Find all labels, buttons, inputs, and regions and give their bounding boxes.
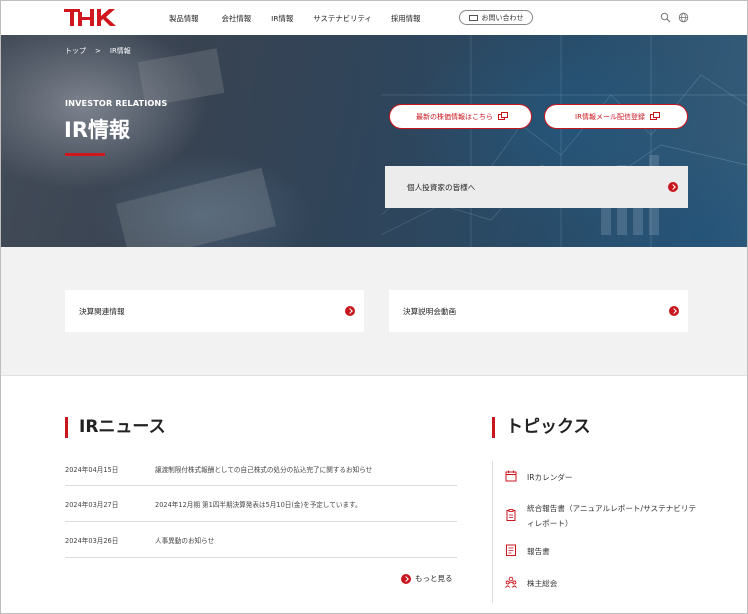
- individual-investors-label: 個人投資家の皆様へ: [407, 182, 476, 192]
- topic-label: 株主総会: [527, 579, 558, 588]
- news-item[interactable]: 2024年03月26日 人事異動のお知らせ: [65, 522, 457, 558]
- nav-recruit[interactable]: 採用情報: [391, 13, 421, 24]
- calendar-icon: [505, 470, 517, 482]
- hero-eyebrow: INVESTOR RELATIONS: [65, 98, 168, 108]
- breadcrumb-top[interactable]: トップ: [65, 46, 86, 56]
- external-link-icon: [498, 111, 508, 120]
- topic-shareholders-meeting[interactable]: 株主総会: [505, 576, 697, 591]
- news-date: 2024年03月27日: [65, 500, 119, 509]
- news-title[interactable]: 2024年12月期 第1四半期決算発表は5月10日(金)を予定しています。: [155, 499, 362, 509]
- thk-logo[interactable]: [64, 8, 116, 27]
- page-title: IR情報: [64, 118, 130, 142]
- arrow-right-icon: [668, 182, 678, 192]
- stock-price-button[interactable]: 最新の株価情報はこちら: [389, 104, 532, 129]
- news-item[interactable]: 2024年03月27日 2024年12月期 第1四半期決算発表は5月10日(金)…: [65, 486, 457, 522]
- external-link-icon: [649, 111, 660, 120]
- contact-label: お問い合わせ: [481, 13, 524, 22]
- arrow-right-icon: [669, 306, 679, 316]
- people-icon: [505, 576, 517, 588]
- page-frame: 製品情報 会社情報 IR情報 サステナビリティ 採用情報 お問い合わせ トップ …: [0, 0, 748, 614]
- site-header: 製品情報 会社情報 IR情報 サステナビリティ 採用情報 お問い合わせ: [1, 1, 747, 35]
- topic-label: IRカレンダー: [527, 473, 573, 482]
- title-underline: [65, 153, 105, 156]
- search-icon[interactable]: [660, 12, 671, 23]
- news-title[interactable]: 人事異動のお知らせ: [155, 535, 214, 545]
- arrow-right-icon: [345, 306, 355, 316]
- more-news-label: もっと見る: [415, 574, 453, 583]
- news-title[interactable]: 譲渡制限付株式報酬としての自己株式の処分の払込完了に関するお知らせ: [155, 464, 372, 474]
- news-date: 2024年03月26日: [65, 536, 119, 545]
- topic-integrated-report[interactable]: 統合報告書（アニュアルレポート/サステナビリティレポート）: [505, 501, 697, 531]
- clipboard-icon: [506, 509, 516, 521]
- contact-button[interactable]: お問い合わせ: [459, 10, 533, 25]
- financial-results-label: 決算関連情報: [79, 306, 125, 316]
- breadcrumb-chevron-icon: >: [95, 47, 101, 55]
- ir-mail-signup-label: IR情報メール配信登録: [575, 112, 645, 121]
- report-icon: [506, 544, 516, 556]
- breadcrumb-current: IR情報: [109, 47, 131, 55]
- topic-label: 報告書: [527, 547, 550, 556]
- news-date: 2024年04月15日: [65, 465, 119, 474]
- quick-links-band: 決算関連情報 決算説明会動画: [1, 247, 747, 376]
- hero-section: トップ > IR情報 INVESTOR RELATIONS IR情報 最新の株価…: [1, 35, 747, 247]
- nav-sustainability[interactable]: サステナビリティ: [313, 13, 372, 24]
- financial-results-link[interactable]: 決算関連情報: [65, 290, 364, 332]
- briefing-video-link[interactable]: 決算説明会動画: [389, 290, 688, 332]
- nav-ir[interactable]: IR情報: [271, 13, 293, 24]
- topic-ir-calendar[interactable]: IRカレンダー: [505, 470, 697, 485]
- globe-icon[interactable]: [678, 12, 689, 23]
- topic-reports[interactable]: 報告書: [505, 544, 697, 559]
- nav-products[interactable]: 製品情報: [169, 13, 199, 24]
- ir-mail-signup-button[interactable]: IR情報メール配信登録: [544, 104, 688, 129]
- global-nav: 製品情報 会社情報 IR情報 サステナビリティ 採用情報: [169, 1, 420, 35]
- mail-icon: [468, 14, 478, 21]
- topics-divider: [492, 461, 493, 603]
- topics-heading: トピックス: [492, 417, 591, 438]
- arrow-right-icon: [401, 573, 411, 584]
- nav-company[interactable]: 会社情報: [222, 13, 252, 24]
- more-news-link[interactable]: もっと見る: [401, 573, 453, 584]
- briefing-video-label: 決算説明会動画: [403, 306, 457, 316]
- topic-label: 統合報告書（アニュアルレポート/サステナビリティレポート）: [527, 504, 697, 528]
- stock-price-label: 最新の株価情報はこちら: [416, 112, 493, 121]
- news-item[interactable]: 2024年04月15日 譲渡制限付株式報酬としての自己株式の処分の払込完了に関す…: [65, 452, 457, 486]
- ir-news-heading: IRニュース: [65, 417, 166, 438]
- ir-news-list: 2024年04月15日 譲渡制限付株式報酬としての自己株式の処分の払込完了に関す…: [65, 452, 457, 558]
- breadcrumb: トップ > IR情報: [65, 46, 131, 56]
- individual-investors-link[interactable]: 個人投資家の皆様へ: [385, 166, 688, 208]
